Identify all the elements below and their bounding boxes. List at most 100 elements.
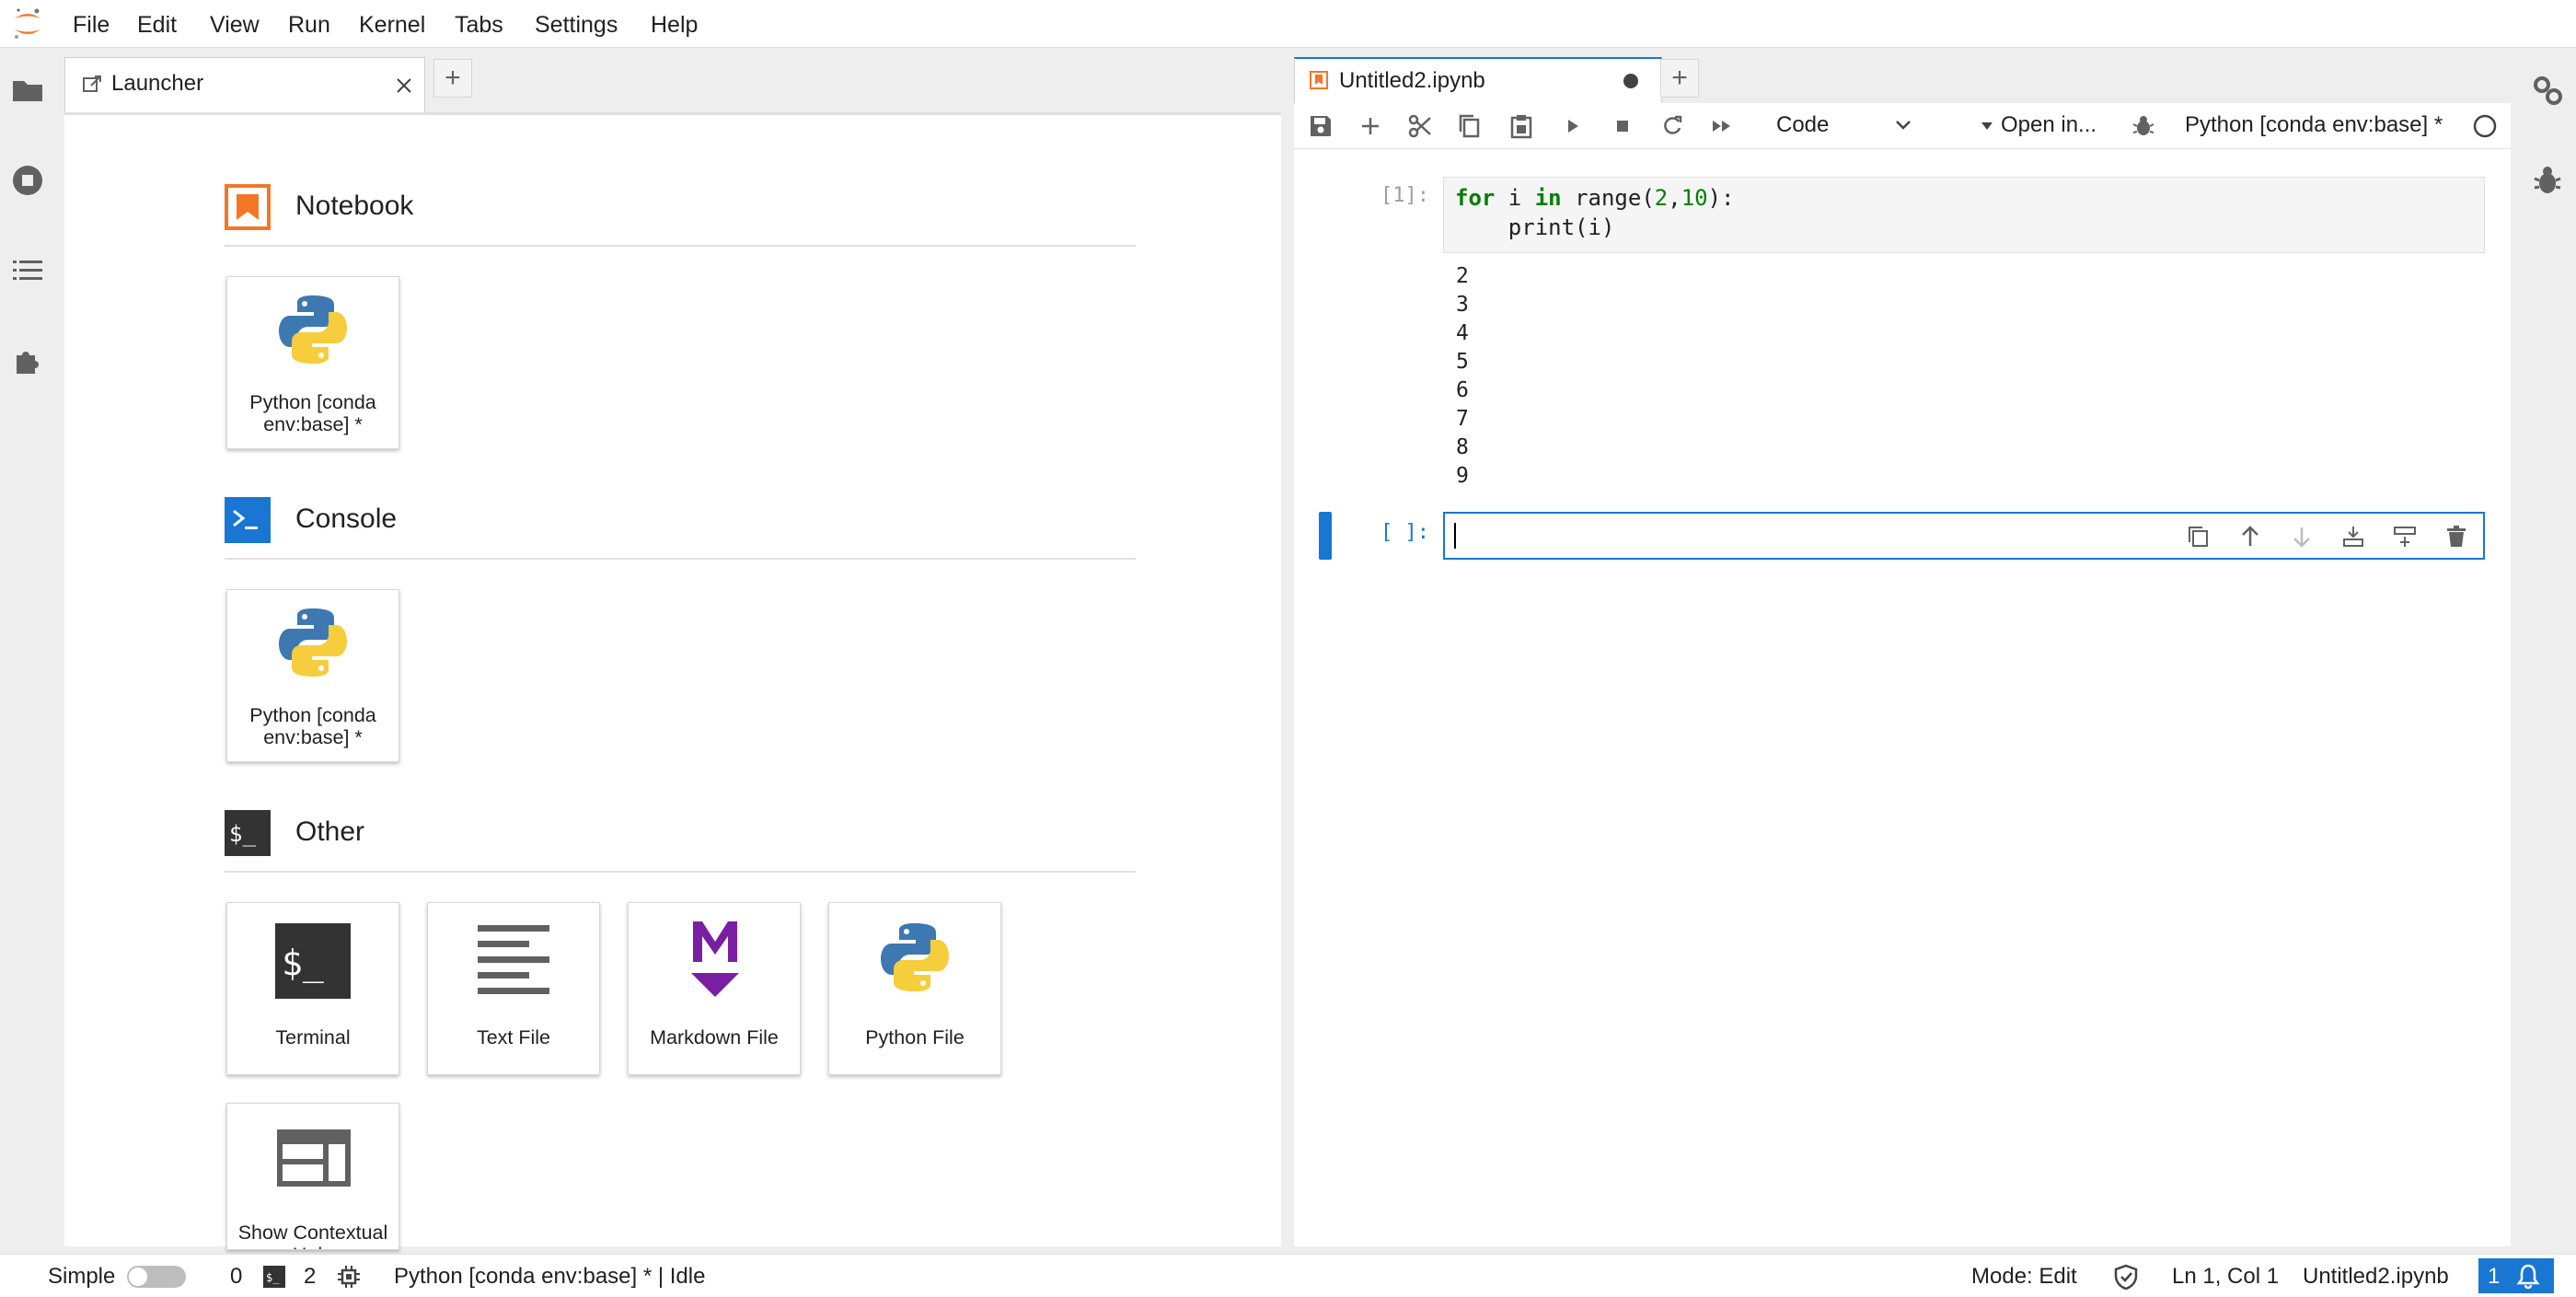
- delete-cell-icon[interactable]: [2443, 523, 2470, 550]
- open-in-button[interactable]: Open in...: [2001, 112, 2097, 138]
- keyword: for: [1455, 185, 1496, 211]
- stop-icon[interactable]: [1609, 112, 1636, 140]
- paste-icon[interactable]: [1507, 112, 1535, 140]
- add-tab-button[interactable]: +: [433, 59, 472, 98]
- right-sidebar: [2518, 48, 2576, 1248]
- other-section-title: Other: [295, 816, 365, 847]
- output-line: 5: [1456, 350, 1469, 374]
- debugger-bug-icon[interactable]: [2529, 162, 2566, 199]
- svg-text:$_: $_: [282, 943, 324, 984]
- duplicate-cell-icon[interactable]: [2185, 523, 2212, 550]
- keyword: in: [1534, 185, 1562, 211]
- running-sessions-icon[interactable]: [9, 162, 46, 199]
- launcher-card-notebook-python[interactable]: Python [conda env:base] *: [226, 276, 399, 449]
- terminal-count[interactable]: 0: [230, 1264, 242, 1290]
- cut-icon[interactable]: [1406, 112, 1434, 140]
- notification-count: 1: [2488, 1264, 2501, 1289]
- current-file[interactable]: Untitled2.ipynb: [2303, 1264, 2449, 1290]
- card-label: Python [conda: [249, 704, 376, 726]
- svg-text:$_: $_: [229, 821, 256, 847]
- edit-mode-status[interactable]: Mode: Edit: [1971, 1264, 2077, 1290]
- property-inspector-gears-icon[interactable]: [2529, 72, 2566, 109]
- card-label: Python File: [865, 1026, 965, 1048]
- menu-kernel[interactable]: Kernel: [359, 0, 425, 48]
- tab-notebook[interactable]: Untitled2.ipynb: [1294, 57, 1662, 103]
- output-line: 3: [1456, 293, 1469, 317]
- simple-mode-toggle[interactable]: [127, 1266, 186, 1288]
- insert-above-icon[interactable]: [2339, 523, 2367, 550]
- code-line: for i in range(2,10):: [1455, 183, 2473, 213]
- run-icon[interactable]: [1559, 112, 1587, 140]
- table-of-contents-icon[interactable]: [9, 252, 46, 289]
- cell-type-select[interactable]: Code: [1776, 112, 1829, 138]
- kernel-count[interactable]: 2: [304, 1264, 316, 1290]
- menubar: File Edit View Run Kernel Tabs Settings …: [0, 0, 2576, 48]
- menu-file[interactable]: File: [73, 0, 110, 48]
- add-tab-button[interactable]: +: [1660, 59, 1699, 98]
- menu-edit[interactable]: Edit: [137, 0, 177, 48]
- status-bar: Simple 0 $_ 2 Python [conda env:base] * …: [0, 1254, 2576, 1297]
- kernel-status-icon: [2473, 114, 2497, 138]
- section-divider: [225, 558, 1136, 560]
- arrow-down-icon[interactable]: [2288, 523, 2316, 550]
- chevron-down-icon[interactable]: [1892, 114, 1914, 136]
- notebook-section-icon: [225, 184, 271, 230]
- output-line: 8: [1456, 435, 1469, 459]
- fast-forward-icon[interactable]: [1708, 112, 1736, 140]
- code-text: range(: [1561, 185, 1655, 211]
- launcher-card-markdown-file[interactable]: Markdown File: [628, 902, 801, 1075]
- code-cell-input-active[interactable]: [1443, 512, 2485, 560]
- add-cell-icon[interactable]: [1357, 112, 1384, 140]
- cursor-position[interactable]: Ln 1, Col 1: [2172, 1264, 2279, 1290]
- menu-settings[interactable]: Settings: [535, 0, 618, 48]
- python-logo-icon: [279, 608, 347, 677]
- output-line: 9: [1456, 464, 1469, 488]
- close-icon[interactable]: [395, 76, 413, 95]
- extension-manager-icon[interactable]: [9, 342, 46, 379]
- markdown-icon: [691, 921, 739, 997]
- launcher-card-console-python[interactable]: Python [conda env:base] *: [226, 589, 399, 762]
- card-label: Python [conda: [249, 391, 376, 413]
- restart-icon[interactable]: [1658, 112, 1686, 140]
- card-label: Terminal: [275, 1026, 351, 1048]
- console-section-icon: [225, 497, 271, 543]
- menu-help[interactable]: Help: [651, 0, 698, 48]
- debugger-bug-icon[interactable]: [2130, 112, 2157, 140]
- menu-view[interactable]: View: [210, 0, 260, 48]
- kernel-status[interactable]: Python [conda env:base] * | Idle: [394, 1264, 705, 1290]
- notebook-panel: [1294, 103, 2511, 1246]
- terminal-icon: $_: [263, 1266, 285, 1288]
- launcher-card-contextual-help[interactable]: Show Contextual Help: [226, 1103, 399, 1250]
- code-cell-input[interactable]: for i in range(2,10): print(i): [1443, 177, 2485, 253]
- number-literal: 2: [1654, 185, 1669, 211]
- shield-check-icon[interactable]: [2113, 1264, 2139, 1290]
- kernel-name-button[interactable]: Python [conda env:base] *: [2185, 112, 2443, 138]
- copy-icon[interactable]: [1456, 112, 1484, 140]
- code-line: print(i): [1455, 214, 1615, 240]
- arrow-up-icon[interactable]: [2236, 523, 2264, 550]
- launcher-card-python-file[interactable]: Python File: [828, 902, 1001, 1075]
- launcher-tab-icon: [83, 75, 101, 92]
- tab-launcher[interactable]: Launcher: [64, 57, 425, 112]
- code-text: i: [1495, 185, 1535, 211]
- folder-icon[interactable]: [9, 72, 46, 109]
- active-cell-marker: [1319, 512, 1332, 560]
- text-cursor: [1454, 523, 1456, 549]
- insert-below-icon[interactable]: [2391, 523, 2419, 550]
- notification-button[interactable]: 1: [2478, 1258, 2554, 1293]
- terminal-icon: $_: [275, 923, 351, 999]
- launcher-card-terminal[interactable]: $_ Terminal: [226, 902, 399, 1075]
- launcher-panel: Notebook Python [conda env:base] * Conso…: [64, 112, 1281, 1250]
- cell-prompt: [ ]:: [1380, 521, 1429, 544]
- output-line: 4: [1456, 321, 1469, 345]
- unsaved-dot-icon[interactable]: [1623, 73, 1639, 89]
- card-label: Show Contextual Help: [237, 1222, 388, 1249]
- contextual-help-icon: [277, 1129, 351, 1187]
- launcher-card-text-file[interactable]: Text File: [427, 902, 600, 1075]
- python-logo-icon: [881, 923, 949, 991]
- menu-tabs[interactable]: Tabs: [455, 0, 503, 48]
- save-icon[interactable]: [1307, 112, 1334, 140]
- left-sidebar: [0, 48, 57, 1248]
- menu-run[interactable]: Run: [288, 0, 330, 48]
- simple-mode-label: Simple: [48, 1264, 116, 1289]
